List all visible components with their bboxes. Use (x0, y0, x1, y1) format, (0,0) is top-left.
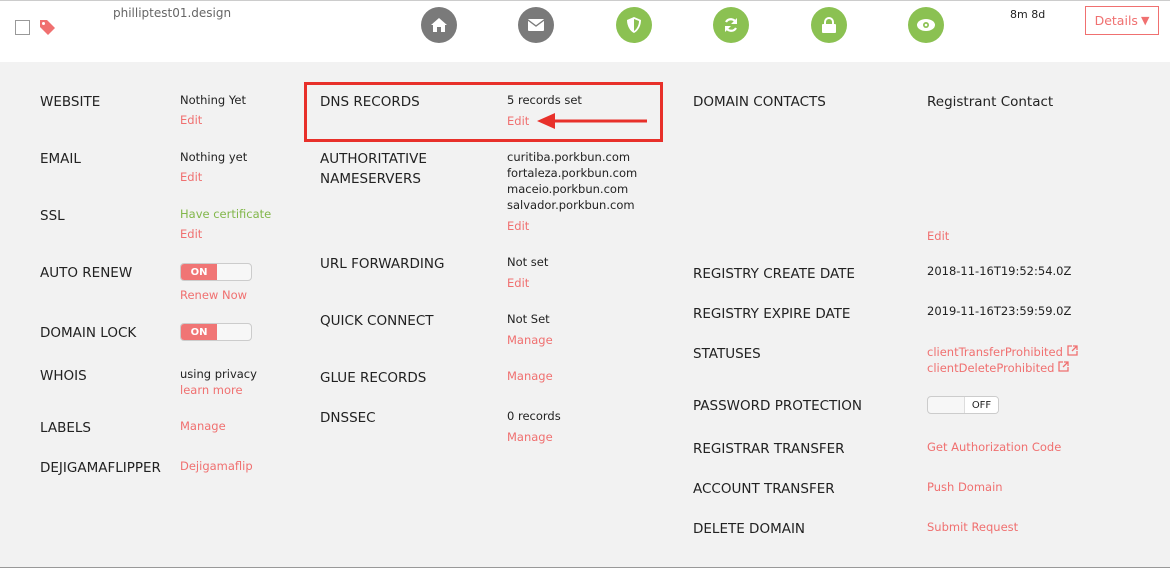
details-button[interactable]: Details ▼ (1085, 6, 1159, 35)
registry-expire-date-label: REGISTRY EXPIRE DATE (693, 306, 851, 322)
email-value: Nothing yet (180, 150, 248, 164)
dns-records-label: DNS RECORDS (320, 94, 420, 110)
details-label: Details (1094, 13, 1138, 28)
contacts-edit-link[interactable]: Edit (927, 229, 949, 243)
toggle-on-label: ON (181, 324, 217, 340)
labels-label: LABELS (40, 420, 91, 436)
password-protection-toggle[interactable]: OFF (927, 396, 999, 414)
auto-renew-toggle[interactable]: ON (180, 263, 252, 281)
lock-icon[interactable] (811, 7, 847, 43)
learn-more-link[interactable]: learn more (180, 383, 243, 397)
toggle-on-label: ON (181, 264, 217, 280)
quick-connect-manage-link[interactable]: Manage (507, 333, 553, 347)
url-forwarding-value: Not set (507, 255, 549, 269)
domain-lock-label: DOMAIN LOCK (40, 325, 137, 341)
submit-request-link[interactable]: Submit Request (927, 520, 1018, 534)
nameserver: maceio.porkbun.com (507, 182, 629, 196)
chevron-down-icon: ▼ (1140, 14, 1150, 27)
home-icon[interactable] (421, 7, 457, 43)
push-domain-link[interactable]: Push Domain (927, 480, 1003, 494)
quick-connect-value: Not Set (507, 312, 550, 326)
account-transfer-label: ACCOUNT TRANSFER (693, 481, 835, 497)
dns-records-value: 5 records set (507, 93, 582, 107)
status-link[interactable]: clientDeleteProhibited (927, 361, 1069, 375)
time-remaining: 8m 8d (1010, 8, 1046, 21)
quick-connect-label: QUICK CONNECT (320, 313, 434, 329)
email-edit-link[interactable]: Edit (180, 170, 202, 184)
renew-now-link[interactable]: Renew Now (180, 288, 247, 302)
whois-label: WHOIS (40, 368, 87, 384)
dnssec-value: 0 records (507, 409, 561, 423)
eye-icon[interactable] (908, 7, 944, 43)
status-link[interactable]: clientTransferProhibited (927, 345, 1078, 359)
website-label: WEBSITE (40, 94, 101, 110)
dejigamaflip-link[interactable]: Dejigamaflip (180, 459, 253, 473)
get-authorization-code-link[interactable]: Get Authorization Code (927, 440, 1061, 454)
domain-contacts-label: DOMAIN CONTACTS (693, 94, 826, 110)
external-link-icon (1058, 361, 1069, 372)
glue-records-label: GLUE RECORDS (320, 370, 427, 386)
domain-lock-toggle[interactable]: ON (180, 323, 252, 341)
nameservers-label-1: AUTHORITATIVE (320, 151, 427, 167)
status-text: clientTransferProhibited (927, 345, 1063, 359)
website-value: Nothing Yet (180, 93, 246, 107)
url-forwarding-edit-link[interactable]: Edit (507, 276, 529, 290)
domain-name[interactable]: philliptest01.design (113, 6, 231, 20)
registrant-contact: Registrant Contact (927, 94, 1054, 110)
dejigamaflipper-label: DEJIGAMAFLIPPER (40, 460, 161, 476)
nameservers-label-2: NAMESERVERS (320, 171, 421, 187)
url-forwarding-label: URL FORWARDING (320, 256, 445, 272)
statuses-label: STATUSES (693, 346, 761, 362)
email-label: EMAIL (40, 151, 81, 167)
ssl-edit-link[interactable]: Edit (180, 227, 202, 241)
nameserver: curitiba.porkbun.com (507, 150, 631, 164)
password-protection-label: PASSWORD PROTECTION (693, 398, 862, 414)
registrar-transfer-label: REGISTRAR TRANSFER (693, 441, 845, 457)
domain-row-header: philliptest01.design 8m 8d Details ▼ (0, 1, 1170, 62)
shield-icon[interactable] (616, 7, 652, 43)
nameservers-edit-link[interactable]: Edit (507, 219, 529, 233)
nameserver: salvador.porkbun.com (507, 198, 635, 212)
website-edit-link[interactable]: Edit (180, 113, 202, 127)
arrow-annotation (537, 113, 647, 129)
toggle-off-label: OFF (964, 397, 998, 413)
labels-manage-link[interactable]: Manage (180, 419, 226, 433)
auto-renew-label: AUTO RENEW (40, 265, 133, 281)
tag-icon[interactable] (39, 19, 56, 36)
registry-create-date-label: REGISTRY CREATE DATE (693, 266, 855, 282)
ssl-value: Have certificate (180, 207, 272, 221)
dnssec-label: DNSSEC (320, 410, 376, 426)
dns-edit-link[interactable]: Edit (507, 114, 529, 128)
registry-expire-date-value: 2019-11-16T23:59:59.0Z (927, 304, 1072, 318)
dnssec-manage-link[interactable]: Manage (507, 430, 553, 444)
refresh-icon[interactable] (713, 7, 749, 43)
external-link-icon (1066, 345, 1078, 356)
delete-domain-label: DELETE DOMAIN (693, 521, 806, 537)
mail-icon[interactable] (518, 7, 554, 43)
glue-records-manage-link[interactable]: Manage (507, 369, 553, 383)
whois-value: using privacy (180, 367, 257, 381)
ssl-label: SSL (40, 208, 65, 224)
nameserver: fortaleza.porkbun.com (507, 166, 638, 180)
status-text: clientDeleteProhibited (927, 361, 1055, 375)
select-checkbox[interactable] (15, 20, 30, 35)
registry-create-date-value: 2018-11-16T19:52:54.0Z (927, 264, 1072, 278)
